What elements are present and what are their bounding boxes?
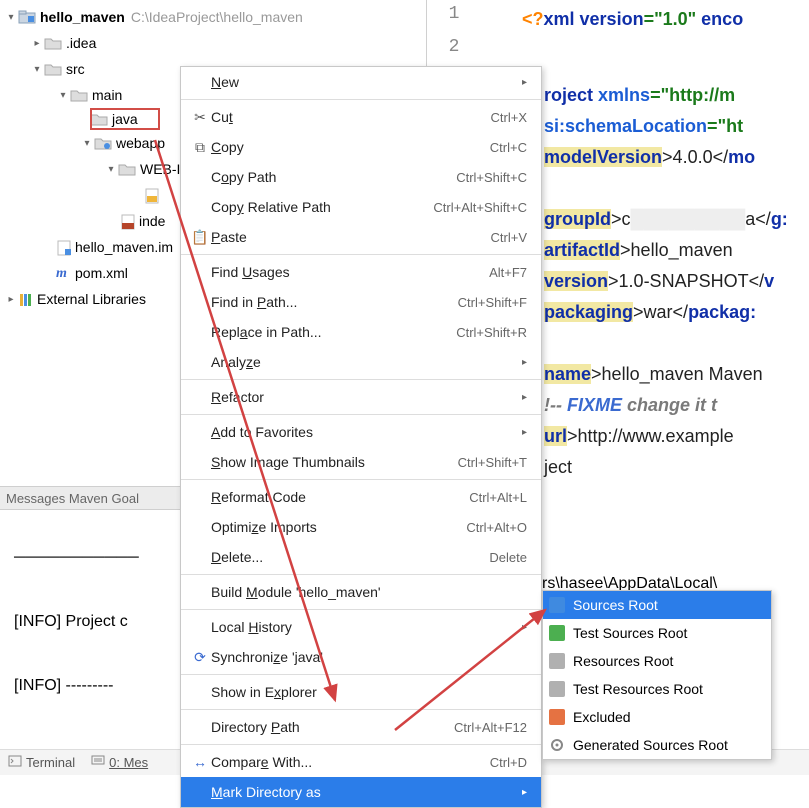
excluded-icon — [549, 709, 565, 725]
folder-icon — [44, 36, 62, 50]
jsp-file-icon — [120, 214, 138, 229]
cut-icon: ✂ — [189, 109, 211, 126]
submenu-excluded[interactable]: Excluded — [543, 703, 771, 731]
ctx-synchronize[interactable]: ⟳Synchronize 'java' — [181, 642, 541, 672]
submenu-generated-sources[interactable]: Generated Sources Root — [543, 731, 771, 759]
ctx-mark-directory-as[interactable]: Mark Directory as▸ — [181, 777, 541, 807]
ctx-copy-path[interactable]: Copy PathCtrl+Shift+C — [181, 162, 541, 192]
gutter-line-1[interactable]: 1 — [427, 0, 481, 33]
ctx-copy[interactable]: ⧉CopyCtrl+C — [181, 132, 541, 162]
paste-icon: 📋 — [189, 229, 211, 246]
ctx-local-history[interactable]: Local History▸ — [181, 612, 541, 642]
mark-directory-submenu: Sources Root Test Sources Root Resources… — [542, 590, 772, 760]
main-label: main — [92, 87, 122, 103]
iml-label: hello_maven.im — [75, 239, 173, 255]
ctx-delete[interactable]: Delete...Delete — [181, 542, 541, 572]
maven-file-icon: m — [56, 266, 74, 281]
ctx-build[interactable]: Build Module 'hello_maven' — [181, 577, 541, 607]
sync-icon: ⟳ — [189, 649, 211, 666]
ctx-find-in-path[interactable]: Find in Path...Ctrl+Shift+F — [181, 287, 541, 317]
ctx-compare-with[interactable]: ↔Compare With...Ctrl+D — [181, 747, 541, 777]
tree-root[interactable]: ▾ hello_maven C:\IdeaProject\hello_maven — [0, 4, 420, 30]
gutter-line-2[interactable]: 2 — [427, 33, 481, 66]
folder-icon — [118, 162, 136, 176]
ctx-thumbnails[interactable]: Show Image ThumbnailsCtrl+Shift+T — [181, 447, 541, 477]
expand-arrow-icon[interactable]: ▾ — [104, 164, 118, 175]
ext-label: External Libraries — [37, 291, 146, 307]
ctx-copy-rel-path[interactable]: Copy Relative PathCtrl+Alt+Shift+C — [181, 192, 541, 222]
messages-title[interactable]: Messages Maven Goal — [0, 486, 183, 510]
submenu-sources-root[interactable]: Sources Root — [543, 591, 771, 619]
resources-icon — [549, 653, 565, 669]
terminal-tab[interactable]: Terminal — [8, 754, 75, 771]
collapse-arrow-icon[interactable]: ▸ — [4, 294, 18, 305]
terminal-icon — [8, 754, 22, 771]
index-label: inde — [139, 213, 165, 229]
webapp-label: webapp — [116, 135, 165, 151]
copy-icon: ⧉ — [189, 139, 211, 156]
submenu-test-sources-root[interactable]: Test Sources Root — [543, 619, 771, 647]
context-menu: New▸ ✂CutCtrl+X ⧉CopyCtrl+C Copy PathCtr… — [180, 66, 542, 808]
test-sources-icon — [549, 625, 565, 641]
sources-root-icon — [549, 597, 565, 613]
iml-file-icon — [56, 240, 74, 255]
root-path: C:\IdeaProject\hello_maven — [131, 9, 303, 25]
ctx-paste[interactable]: 📋PasteCtrl+V — [181, 222, 541, 252]
expand-arrow-icon[interactable]: ▾ — [80, 138, 94, 149]
expand-arrow-icon[interactable]: ▾ — [30, 64, 44, 75]
messages-icon — [91, 754, 105, 771]
folder-icon — [70, 88, 88, 102]
module-icon — [18, 10, 36, 24]
pom-label: pom.xml — [75, 265, 128, 281]
folder-icon — [44, 62, 62, 76]
generated-icon — [549, 737, 565, 753]
messages-output-right[interactable]: rs\hasee\AppData\Local\ ----------------… — [542, 510, 809, 596]
ctx-find-usages[interactable]: Find UsagesAlt+F7 — [181, 257, 541, 287]
ctx-optimize[interactable]: Optimize ImportsCtrl+Alt+O — [181, 512, 541, 542]
expand-arrow-icon[interactable]: ▾ — [4, 12, 18, 23]
webapp-folder-icon — [94, 136, 112, 150]
messages-tab[interactable]: 0: Mes — [91, 754, 148, 771]
submenu-resources-root[interactable]: Resources Root — [543, 647, 771, 675]
java-label: java — [112, 111, 138, 127]
submenu-test-resources-root[interactable]: Test Resources Root — [543, 675, 771, 703]
tree-item-idea[interactable]: ▸ .idea — [0, 30, 420, 56]
tree-item-java[interactable]: java — [90, 108, 160, 130]
ctx-analyze[interactable]: Analyze▸ — [181, 347, 541, 377]
ctx-reformat[interactable]: Reformat CodeCtrl+Alt+L — [181, 482, 541, 512]
ctx-dir-path[interactable]: Directory PathCtrl+Alt+F12 — [181, 712, 541, 742]
messages-output[interactable]: ─────────── [INFO] Project c [INFO] ----… — [0, 510, 186, 740]
compare-icon: ↔ — [189, 754, 211, 770]
ctx-show-explorer[interactable]: Show in Explorer — [181, 677, 541, 707]
test-resources-icon — [549, 681, 565, 697]
xml-file-icon — [144, 188, 162, 203]
ctx-add-fav[interactable]: Add to Favorites▸ — [181, 417, 541, 447]
ctx-replace-in-path[interactable]: Replace in Path...Ctrl+Shift+R — [181, 317, 541, 347]
ctx-cut[interactable]: ✂CutCtrl+X — [181, 102, 541, 132]
library-icon — [18, 292, 36, 307]
folder-icon — [90, 112, 108, 126]
ctx-refactor[interactable]: Refactor▸ — [181, 382, 541, 412]
editor-code[interactable]: <?xml version="1.0" enco roject xmlns="h… — [500, 4, 809, 407]
collapse-arrow-icon[interactable]: ▸ — [30, 38, 44, 49]
src-label: src — [66, 61, 85, 77]
idea-label: .idea — [66, 35, 96, 51]
expand-arrow-icon[interactable]: ▾ — [56, 90, 70, 101]
root-label: hello_maven — [40, 9, 125, 25]
ctx-new[interactable]: New▸ — [181, 67, 541, 97]
